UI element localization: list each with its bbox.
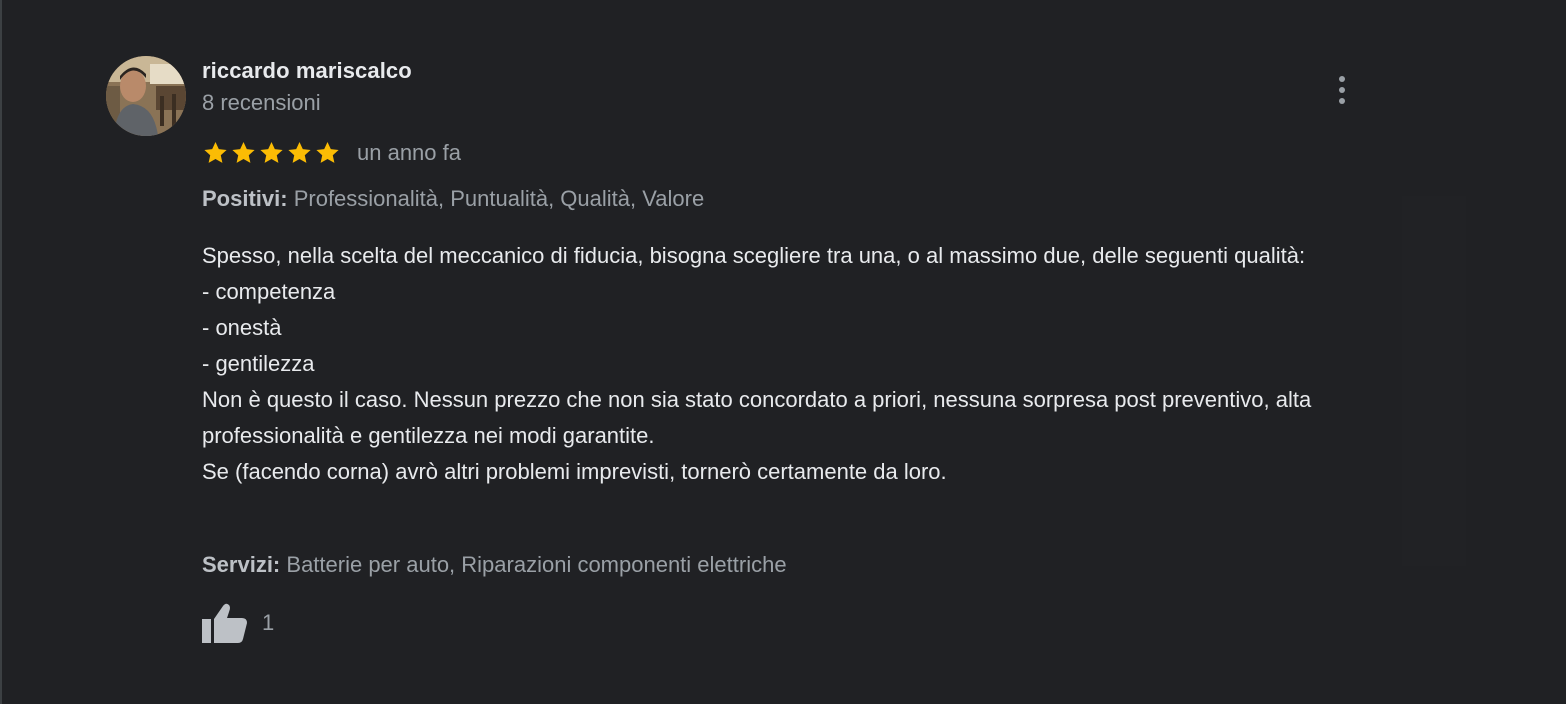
star-icon bbox=[204, 141, 227, 163]
review-date: un anno fa bbox=[357, 140, 461, 165]
services-line: Servizi: Batterie per auto, Riparazioni … bbox=[202, 550, 787, 580]
like-button[interactable]: 1 bbox=[202, 602, 274, 644]
author-name[interactable]: riccardo mariscalco bbox=[202, 56, 412, 86]
more-vert-icon-dot bbox=[1339, 87, 1345, 93]
thumb-up-icon bbox=[202, 603, 247, 643]
background-panel bbox=[1402, 196, 1466, 566]
positives-line: Positivi: Professionalità, Puntualità, Q… bbox=[202, 184, 704, 214]
positives-value: Professionalità, Puntualità, Qualità, Va… bbox=[293, 186, 705, 211]
rating-row: un anno fa bbox=[202, 136, 461, 170]
positives-label: Positivi: bbox=[202, 186, 288, 211]
star-icon bbox=[260, 141, 283, 163]
more-options-button[interactable] bbox=[1328, 72, 1356, 108]
review-header: riccardo mariscalco 8 recensioni bbox=[202, 56, 412, 120]
more-vert-icon-dot bbox=[1339, 98, 1345, 104]
services-value: Batterie per auto, Riparazioni component… bbox=[286, 552, 787, 577]
star-icon bbox=[232, 141, 255, 163]
star-rating bbox=[202, 140, 341, 166]
star-icon bbox=[316, 141, 339, 163]
services-label: Servizi: bbox=[202, 552, 281, 577]
author-review-count[interactable]: 8 recensioni bbox=[202, 86, 412, 120]
star-icon bbox=[288, 141, 311, 163]
avatar[interactable] bbox=[106, 56, 186, 136]
review-page: riccardo mariscalco 8 recensioni un anno… bbox=[0, 0, 1566, 704]
avatar-photo bbox=[106, 56, 186, 136]
like-count: 1 bbox=[262, 610, 275, 635]
more-vert-icon bbox=[1339, 76, 1345, 82]
review-text: Spesso, nella scelta del meccanico di fi… bbox=[202, 243, 1312, 484]
